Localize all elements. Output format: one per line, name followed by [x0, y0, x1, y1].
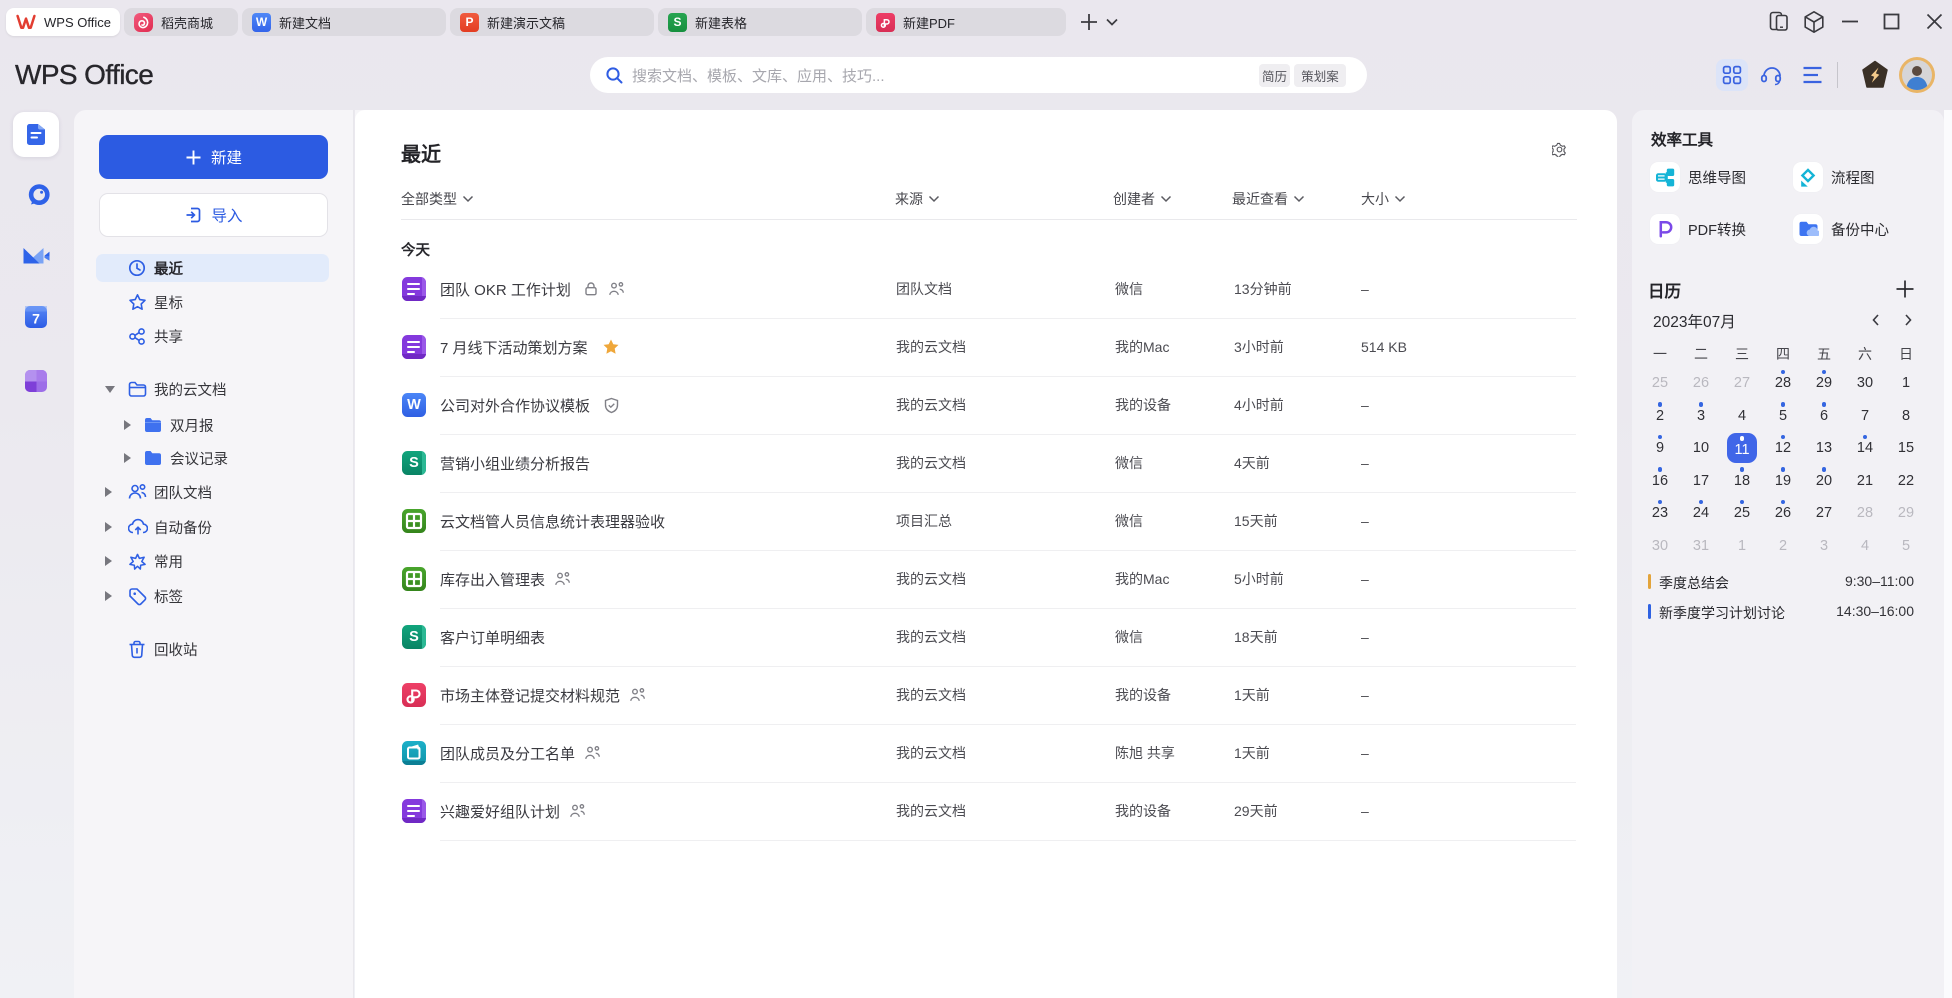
- svg-text:7: 7: [32, 311, 40, 327]
